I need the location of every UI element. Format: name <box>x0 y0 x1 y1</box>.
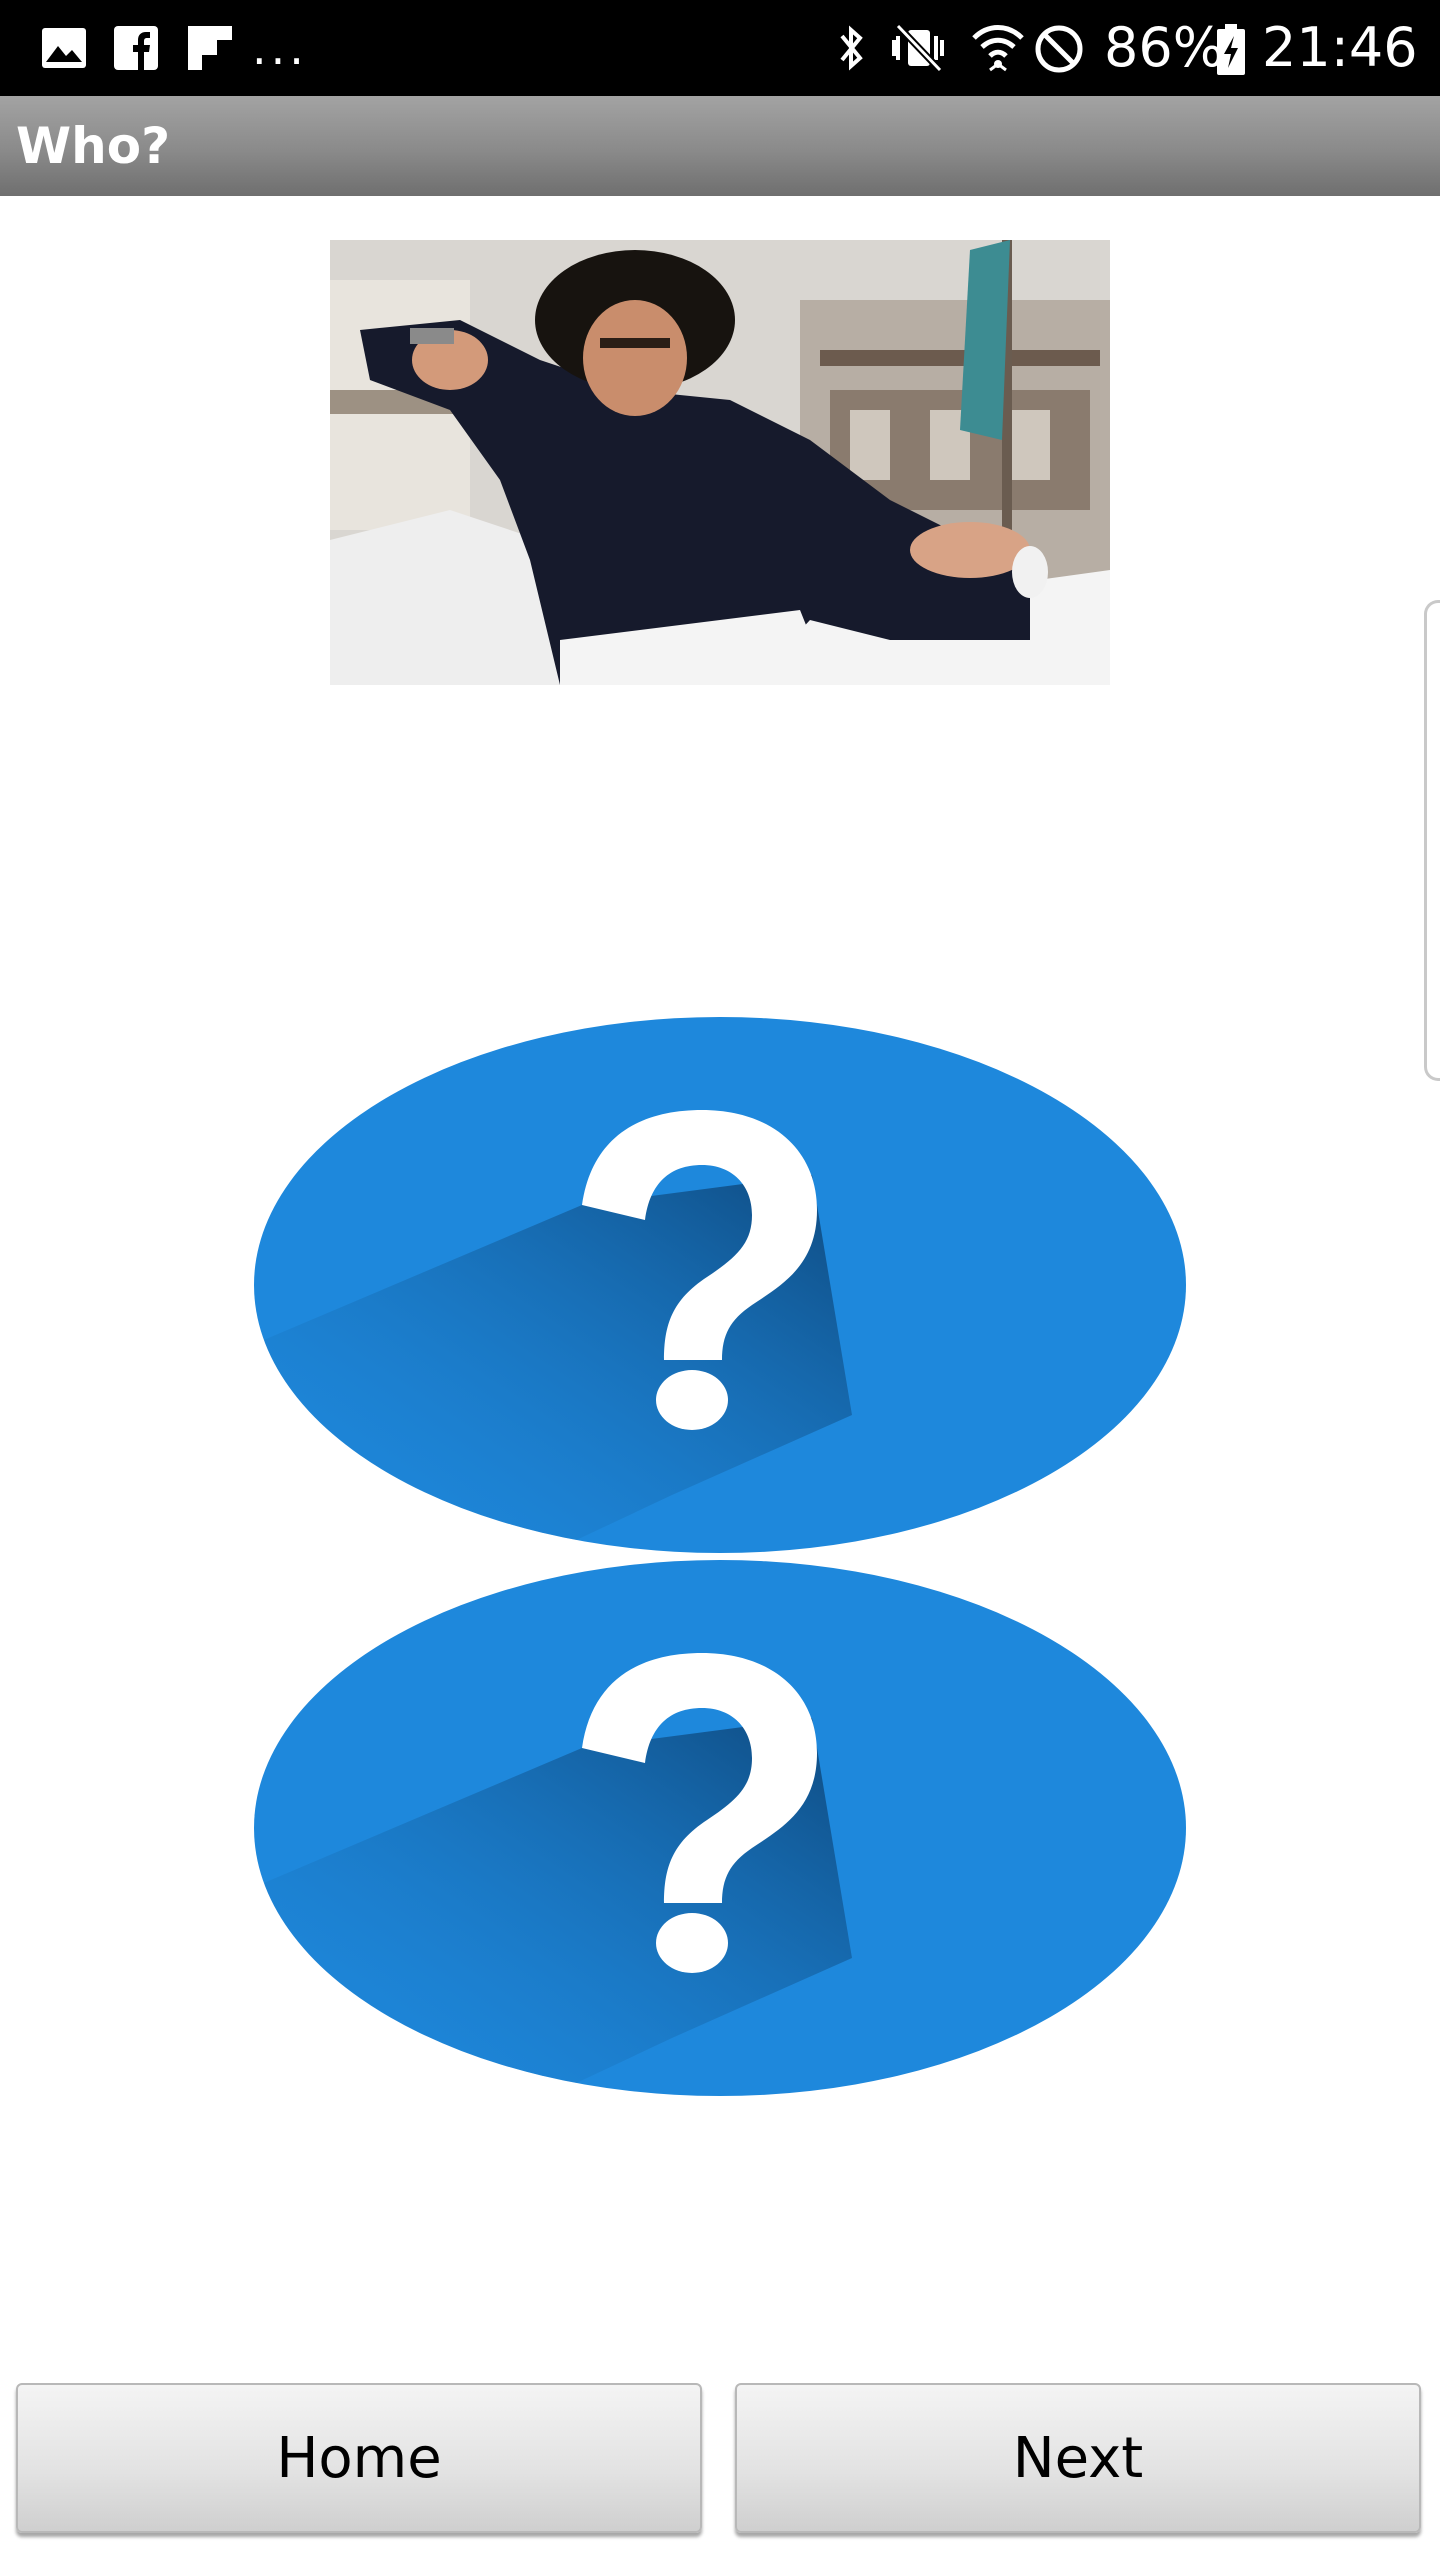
home-button[interactable]: Home <box>16 2383 702 2533</box>
vibrate-icon <box>892 23 944 73</box>
app-title-bar: Who? <box>0 96 1440 196</box>
page-title: Who? <box>16 117 171 175</box>
status-bar: ... 86% 21:46 <box>0 0 1440 96</box>
clock: 21:46 <box>1262 16 1418 79</box>
do-not-disturb-icon <box>1035 25 1083 73</box>
gallery-icon <box>42 28 86 68</box>
more-notifications: ... <box>252 21 308 75</box>
facebook-icon <box>114 26 158 70</box>
wifi-icon <box>972 25 1024 72</box>
bluetooth-icon <box>840 25 863 71</box>
next-button[interactable]: Next <box>735 2383 1421 2533</box>
scroll-indicator[interactable] <box>1424 600 1440 1081</box>
question-mark-icon[interactable] <box>252 1558 1188 2098</box>
battery-charging-icon <box>1217 24 1245 75</box>
question-mark-icon[interactable] <box>252 1015 1188 1555</box>
battery-percent: 86% <box>1104 16 1225 79</box>
flipboard-icon <box>188 26 232 70</box>
person-photo <box>330 240 1110 685</box>
